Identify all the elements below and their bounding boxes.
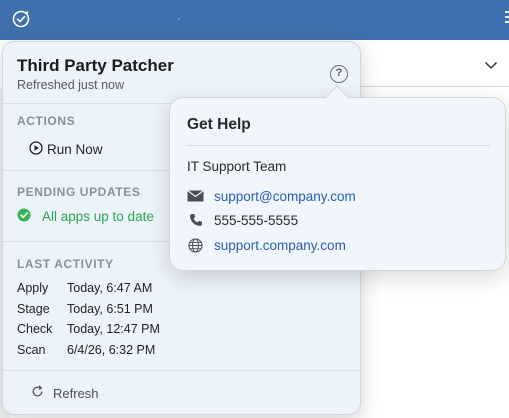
activity-time: Today, 12:47 PM bbox=[67, 322, 160, 337]
activity-label: Scan bbox=[17, 342, 46, 357]
menubar-separator bbox=[178, 18, 180, 20]
website-row: support.company.com bbox=[187, 236, 346, 254]
activity-time: Today, 6:51 PM bbox=[67, 301, 153, 316]
activity-row: Stage Today, 6:51 PM bbox=[17, 299, 207, 320]
chevron-down-icon[interactable] bbox=[484, 57, 498, 70]
divider bbox=[187, 145, 490, 146]
popover-subtitle: Refreshed just now bbox=[17, 78, 125, 92]
activity-row: Apply Today, 6:47 AM bbox=[17, 278, 207, 299]
support-phone[interactable]: 555-555-5555 bbox=[214, 213, 298, 228]
activity-time: 6/4/26, 6:32 PM bbox=[67, 342, 156, 357]
check-circle-icon bbox=[17, 208, 31, 225]
update-status: All apps up to date bbox=[17, 208, 154, 225]
divider bbox=[3, 370, 360, 371]
email-row: support@company.com bbox=[187, 187, 356, 205]
play-circle-icon bbox=[29, 140, 43, 158]
activity-row: Check Today, 12:47 PM bbox=[17, 319, 207, 340]
activity-time: Today, 6:47 AM bbox=[67, 281, 153, 296]
last-activity-section-label: LAST ACTIVITY bbox=[17, 257, 114, 271]
activity-row: Scan 6/4/26, 6:32 PM bbox=[17, 340, 207, 361]
support-team-name: IT Support Team bbox=[187, 159, 287, 174]
activity-label: Apply bbox=[17, 281, 49, 296]
globe-icon bbox=[187, 237, 204, 253]
run-now-button[interactable]: Run Now bbox=[29, 140, 103, 158]
help-popover: Get Help IT Support Team support@company… bbox=[169, 85, 506, 271]
help-title: Get Help bbox=[187, 116, 251, 133]
activity-label: Stage bbox=[17, 301, 50, 316]
support-website-link[interactable]: support.company.com bbox=[214, 238, 346, 253]
pending-section-label: PENDING UPDATES bbox=[17, 185, 141, 199]
status-text: All apps up to date bbox=[42, 209, 154, 224]
actions-section-label: ACTIONS bbox=[17, 114, 76, 128]
patcher-status-icon[interactable] bbox=[11, 9, 31, 29]
popover-title: Third Party Patcher bbox=[17, 56, 174, 75]
refresh-label: Refresh bbox=[53, 385, 99, 401]
run-now-label: Run Now bbox=[47, 141, 103, 157]
phone-row: 555-555-5555 bbox=[187, 211, 298, 229]
envelope-icon bbox=[187, 189, 204, 203]
question-circle-icon[interactable]: ? bbox=[330, 65, 348, 83]
refresh-icon bbox=[31, 385, 44, 401]
menu-bar bbox=[0, 0, 509, 40]
activity-label: Check bbox=[17, 322, 53, 337]
activity-list: Apply Today, 6:47 AM Stage Today, 6:51 P… bbox=[17, 278, 207, 360]
phone-icon bbox=[187, 213, 204, 227]
support-email-link[interactable]: support@company.com bbox=[214, 189, 356, 204]
menu-more-icon[interactable] bbox=[505, 11, 509, 25]
refresh-button[interactable]: Refresh bbox=[31, 385, 99, 401]
